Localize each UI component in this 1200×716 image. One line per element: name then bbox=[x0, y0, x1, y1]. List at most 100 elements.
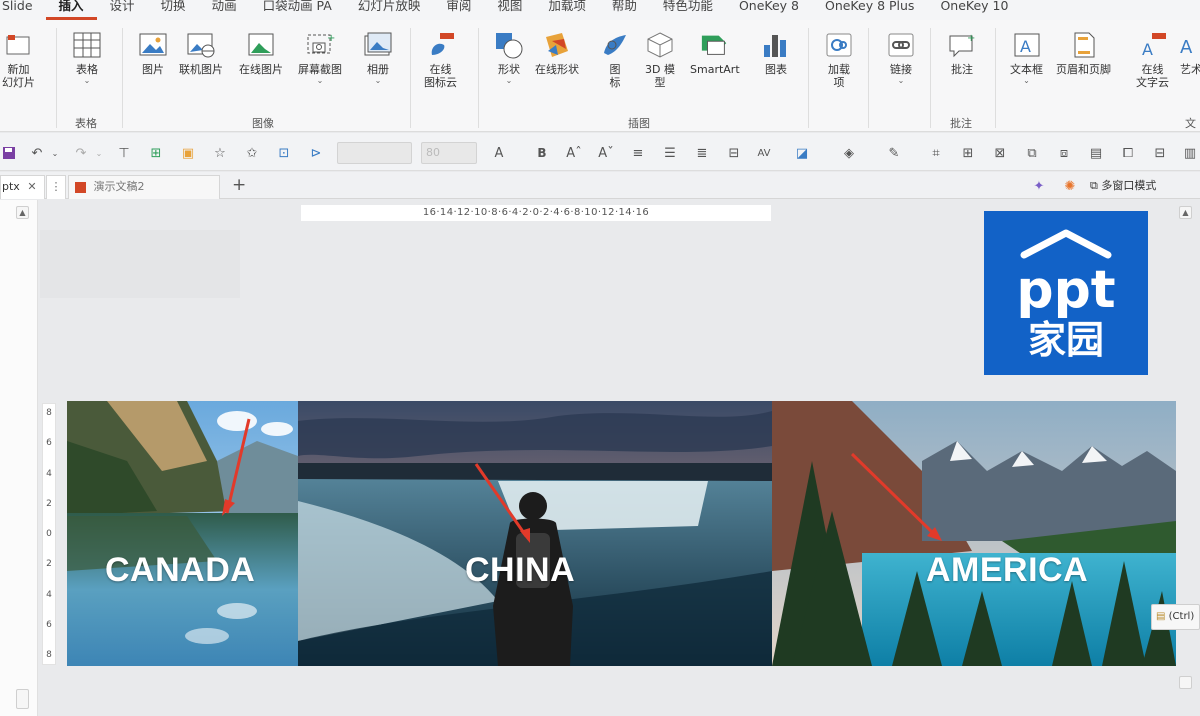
shape-outline-icon[interactable]: ◪ bbox=[793, 144, 811, 162]
font-size-box[interactable]: 80 bbox=[421, 142, 477, 164]
menu-onekey8[interactable]: OneKey 8 bbox=[726, 0, 812, 20]
settings-icon[interactable]: ✺ bbox=[1061, 177, 1079, 195]
font-color-icon[interactable]: A bbox=[490, 144, 508, 162]
text-frame-icon[interactable]: ⊡ bbox=[275, 144, 293, 162]
menu-addins[interactable]: 加载项 bbox=[535, 0, 599, 20]
menu-bar: Slide 插入 设计 切换 动画 口袋动画 PA 幻灯片放映 审阅 视图 加载… bbox=[0, 0, 1200, 20]
table-button[interactable]: 表格 ⌄ bbox=[72, 30, 102, 85]
link-button[interactable]: 链接 ⌄ bbox=[886, 30, 916, 85]
align-left-icon[interactable]: ≣ bbox=[693, 144, 711, 162]
menu-transitions[interactable]: 切换 bbox=[148, 0, 199, 20]
new-slide-button[interactable]: 新加 幻灯片 bbox=[2, 30, 35, 89]
duplicate-icon[interactable]: ⊟ bbox=[1151, 144, 1169, 162]
svg-text:A: A bbox=[1180, 37, 1193, 58]
america-photo[interactable]: AMERICA bbox=[772, 401, 1176, 666]
ruler-mark: 8 bbox=[46, 408, 52, 418]
addins-button[interactable]: 加载 项 bbox=[824, 30, 854, 89]
menu-help[interactable]: 帮助 bbox=[599, 0, 650, 20]
justify-icon[interactable]: ☰ bbox=[661, 144, 679, 162]
bar-chart-icon bbox=[761, 30, 791, 60]
char-spacing-icon[interactable]: AV bbox=[755, 144, 773, 162]
ribbon-separator bbox=[995, 28, 996, 128]
star-icon[interactable]: ☆ bbox=[211, 144, 229, 162]
online-text-button[interactable]: A 在线 文字云 bbox=[1136, 30, 1169, 89]
ribbon-separator bbox=[56, 28, 57, 128]
scroll-thumb[interactable] bbox=[16, 689, 29, 709]
menu-view[interactable]: 视图 bbox=[484, 0, 535, 20]
new-tab-button[interactable]: + bbox=[232, 175, 246, 195]
menu-insert[interactable]: 插入 bbox=[45, 0, 97, 20]
menu-design[interactable]: 设计 bbox=[97, 0, 148, 20]
text-cloud-icon: A bbox=[1138, 30, 1168, 60]
media-icon[interactable]: ⊳ bbox=[307, 144, 325, 162]
group-icon[interactable]: ⊞ bbox=[959, 144, 977, 162]
album-button[interactable]: 相册 ⌄ bbox=[363, 30, 393, 85]
bring-forward-icon[interactable]: ⧉ bbox=[1023, 144, 1041, 162]
online-picture-button[interactable]: 联机图片 bbox=[179, 30, 223, 76]
icons-button[interactable]: 图 标 bbox=[600, 30, 630, 89]
online-shapes-button[interactable]: 在线形状 bbox=[535, 30, 579, 76]
ungroup-icon[interactable]: ⊠ bbox=[991, 144, 1009, 162]
ribbon-separator bbox=[122, 28, 123, 128]
undo-icon[interactable]: ↶ bbox=[28, 144, 46, 162]
menu-slide[interactable]: Slide bbox=[0, 0, 46, 20]
save-icon[interactable] bbox=[0, 144, 18, 162]
menu-slideshow[interactable]: 幻灯片放映 bbox=[345, 0, 434, 20]
align-icon[interactable]: ⊞ bbox=[147, 144, 165, 162]
send-backward-icon[interactable]: ⧈ bbox=[1055, 144, 1073, 162]
tab-document-2[interactable]: 演示文稿2 bbox=[68, 175, 220, 199]
menu-review[interactable]: 审阅 bbox=[433, 0, 484, 20]
font-name-box[interactable] bbox=[337, 142, 412, 164]
decrease-font-icon[interactable]: Aˇ bbox=[597, 144, 615, 162]
online-image-button[interactable]: 在线图片 bbox=[239, 30, 283, 76]
online-icons-button[interactable]: 在线 图标云 bbox=[424, 30, 457, 89]
smartart-button[interactable]: SmartArt bbox=[690, 30, 740, 76]
chevron-down-icon[interactable]: ⌄ bbox=[46, 144, 64, 162]
shape-fill-icon[interactable]: ▣ bbox=[179, 144, 197, 162]
present-icon[interactable]: ⊤ bbox=[115, 144, 133, 162]
tab-menu-icon[interactable]: ⋮ bbox=[46, 175, 66, 199]
ruler-mark: 2 bbox=[46, 498, 52, 509]
chart-button[interactable]: 图表 bbox=[761, 30, 791, 76]
screenshot-button[interactable]: + 屏幕截图 ⌄ bbox=[298, 30, 342, 85]
pen-icon[interactable]: ✎ bbox=[885, 144, 903, 162]
increase-font-icon[interactable]: Aˆ bbox=[565, 144, 583, 162]
scroll-up-button-right[interactable]: ▲ bbox=[1179, 206, 1192, 219]
paste-options-label: (Ctrl) bbox=[1168, 611, 1195, 622]
tab-label: 演示文稿2 bbox=[93, 180, 145, 193]
crop-icon[interactable]: ⌗ bbox=[927, 144, 945, 162]
distribute-icon[interactable]: ⊟ bbox=[725, 144, 743, 162]
canada-photo[interactable]: CANADA bbox=[67, 401, 298, 666]
close-icon[interactable]: ✕ bbox=[27, 180, 36, 193]
multi-window-button[interactable]: ⧉ 多窗口模式 bbox=[1090, 177, 1156, 193]
menu-features[interactable]: 特色功能 bbox=[650, 0, 726, 20]
picture-button[interactable]: 图片 bbox=[138, 30, 168, 76]
scroll-down-button-right[interactable] bbox=[1179, 676, 1192, 689]
fill-bucket-icon[interactable]: ◈ bbox=[840, 144, 858, 162]
logo-text-ppt: ppt bbox=[1016, 260, 1115, 320]
model3d-button[interactable]: 3D 模 型 bbox=[645, 30, 675, 89]
group-label-text: 文 bbox=[1185, 117, 1196, 130]
comment-button[interactable]: + 批注 bbox=[947, 30, 977, 76]
menu-onekey8plus[interactable]: OneKey 8 Plus bbox=[812, 0, 927, 20]
more-icon[interactable]: ▥ bbox=[1181, 144, 1199, 162]
tab-document-1[interactable]: ptx ✕ bbox=[0, 175, 45, 199]
copy-format-icon[interactable]: ⧠ bbox=[1119, 144, 1137, 162]
bird-icon bbox=[600, 30, 630, 60]
china-photo[interactable]: CHINA bbox=[298, 401, 772, 666]
wordart-label: 艺术 bbox=[1180, 63, 1200, 76]
arrange-icon[interactable]: ▤ bbox=[1087, 144, 1105, 162]
paste-options-button[interactable]: ▤ (Ctrl) bbox=[1151, 604, 1200, 630]
align-center-icon[interactable]: ≡ bbox=[629, 144, 647, 162]
pin-icon[interactable]: ✦ bbox=[1030, 177, 1048, 195]
textbox-button[interactable]: A 文本框 ⌄ bbox=[1010, 30, 1043, 85]
scroll-up-button[interactable]: ▲ bbox=[16, 206, 29, 219]
menu-onekey10[interactable]: OneKey 10 bbox=[927, 0, 1021, 20]
menu-animations[interactable]: 动画 bbox=[199, 0, 250, 20]
bold-icon[interactable]: B bbox=[533, 144, 551, 162]
star-outline-icon[interactable]: ✩ bbox=[243, 144, 261, 162]
shapes-button[interactable]: 形状 ⌄ bbox=[494, 30, 524, 85]
wordart-button[interactable]: A 艺术 bbox=[1176, 30, 1200, 76]
menu-pocket-animation[interactable]: 口袋动画 PA bbox=[250, 0, 345, 20]
header-footer-button[interactable]: 页眉和页脚 bbox=[1056, 30, 1111, 76]
